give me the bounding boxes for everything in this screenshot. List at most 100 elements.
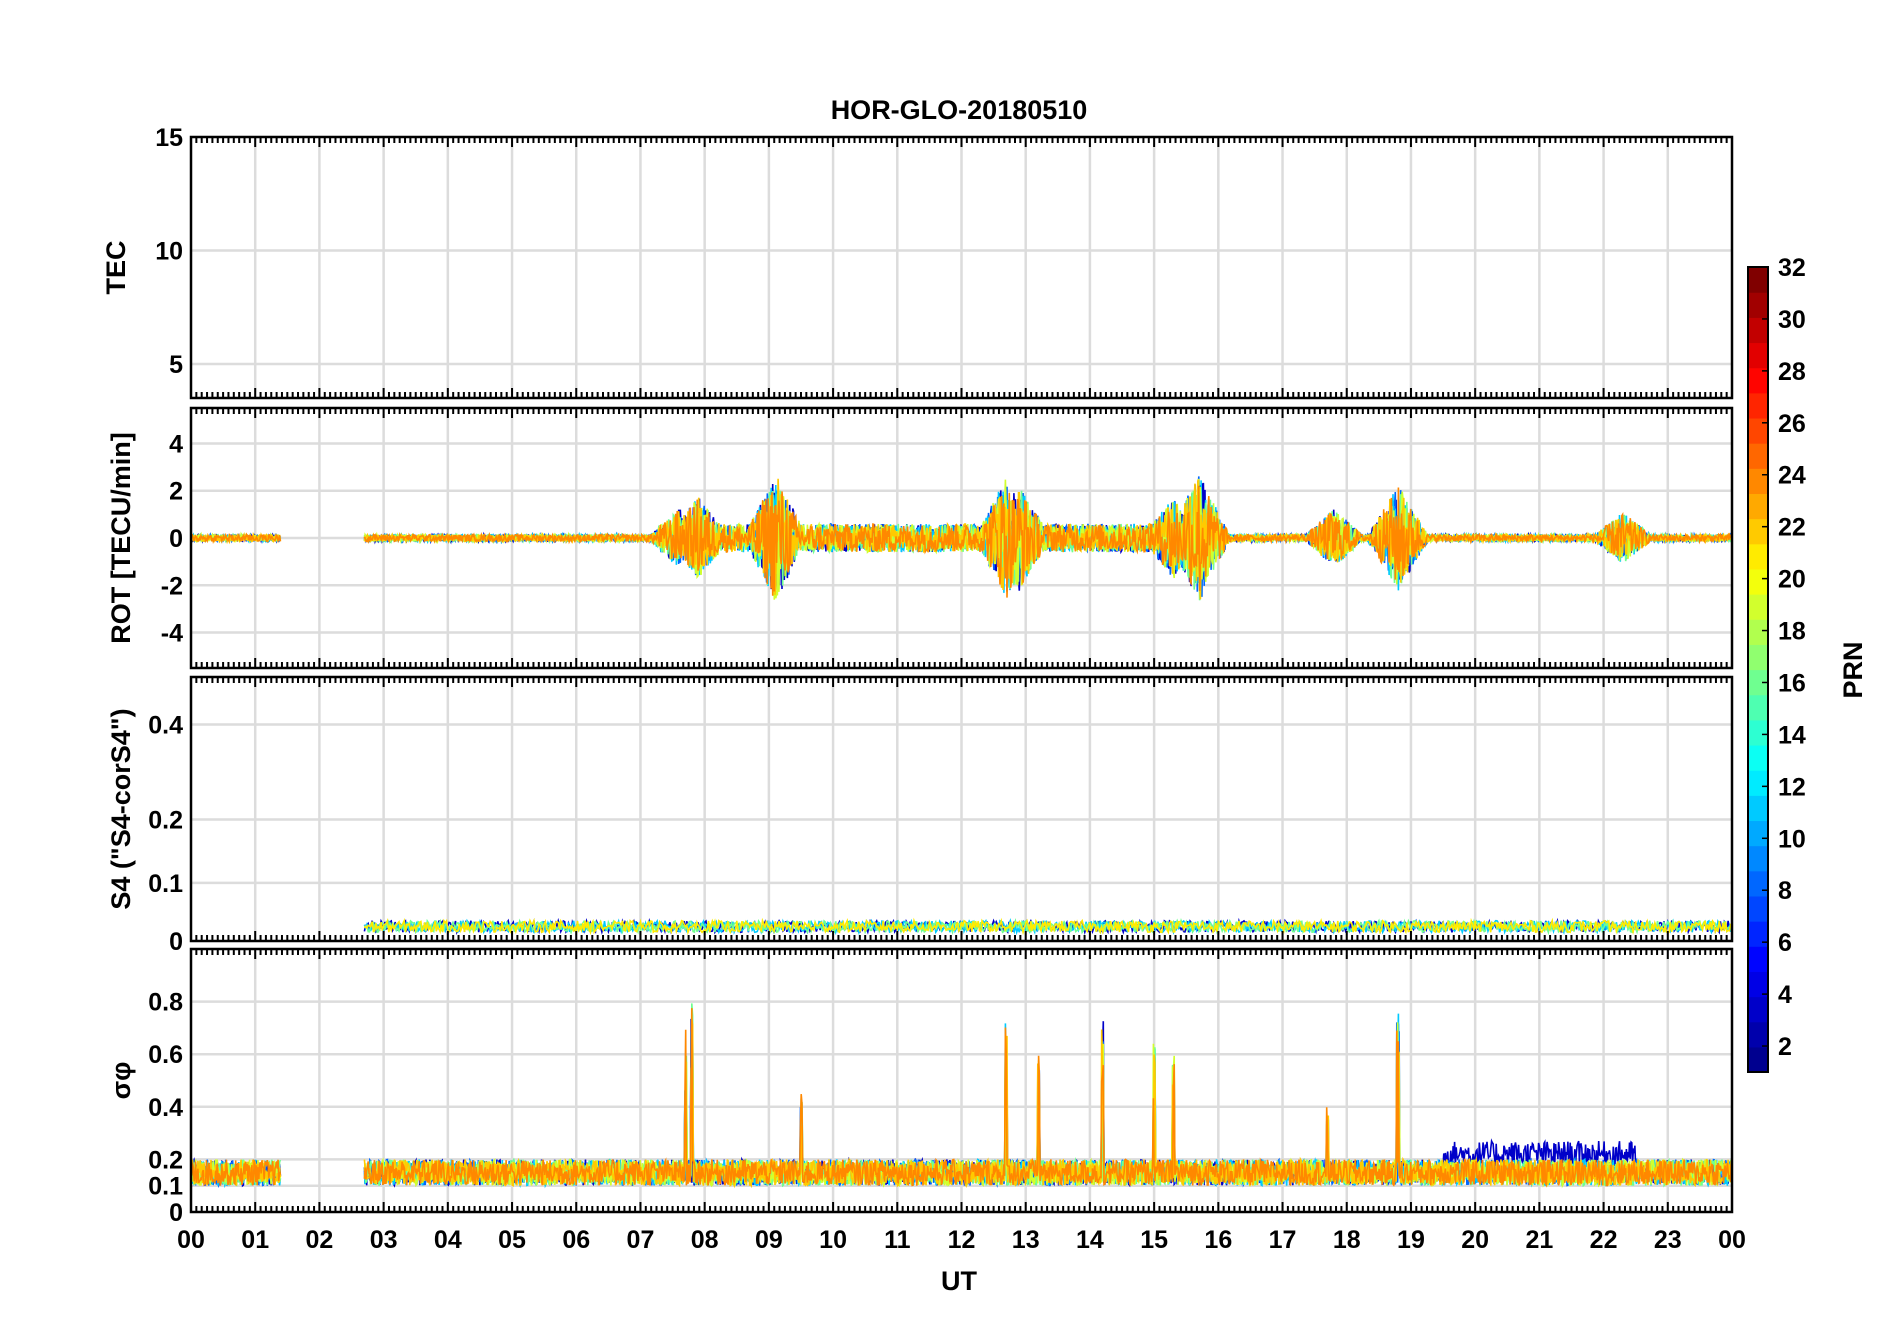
y-tick-label: 5 xyxy=(169,351,183,379)
colorbar-swatch xyxy=(1748,845,1768,872)
y-tick-label: 0.4 xyxy=(148,1094,183,1122)
colorbar-tick-label: 4 xyxy=(1778,981,1792,1009)
colorbar-tick-label: 20 xyxy=(1778,566,1806,594)
y-tick-label: 10 xyxy=(155,237,183,265)
colorbar-tick-label: 18 xyxy=(1778,618,1806,646)
y-tick-label: 0 xyxy=(169,525,183,553)
colorbar-swatch xyxy=(1748,267,1768,293)
colorbar-swatch xyxy=(1748,744,1768,771)
colorbar-swatch xyxy=(1748,443,1768,469)
colorbar-tick-label: 26 xyxy=(1778,410,1806,438)
x-tick-label: 06 xyxy=(562,1226,590,1254)
colorbar-swatch xyxy=(1748,719,1768,746)
colorbar-tick-label: 16 xyxy=(1778,669,1806,697)
colorbar-swatch xyxy=(1748,996,1768,1023)
x-tick-label: 00 xyxy=(177,1226,205,1254)
x-tick-label: 23 xyxy=(1654,1226,1682,1254)
x-tick-labels: 00 01 02 03 04 05 06 07 08 09 10 11 12 13 14 15 16 17 18 19… xyxy=(177,1226,1746,1254)
panel-2: -4 -2 0 2 4 ROT [TECU/min] xyxy=(106,406,1734,670)
x-tick-label: 22 xyxy=(1590,1226,1618,1254)
y-axis-label: σφ xyxy=(106,1062,136,1100)
colorbar-tick-label: 30 xyxy=(1778,306,1806,334)
colorbar-swatch xyxy=(1748,518,1768,545)
y-tick-label: 4 xyxy=(169,430,183,458)
panel-4: 00.10.2 0.4 0.6 0.8 σφ xyxy=(106,947,1734,1227)
x-tick-label: 18 xyxy=(1333,1226,1361,1254)
y-tick-label: 0 xyxy=(169,928,183,956)
colorbar-tick-label: 12 xyxy=(1778,773,1806,801)
colorbar-swatch xyxy=(1748,493,1768,520)
figure: HOR-GLO-20180510 51015TEC-4-2024ROT [TEC… xyxy=(101,95,1868,1296)
colorbar-swatch xyxy=(1748,619,1768,645)
colorbar-swatch xyxy=(1748,1021,1768,1048)
x-axis-label: UT xyxy=(941,1266,977,1296)
x-tick-label: 16 xyxy=(1204,1226,1232,1254)
panels: 51015TEC-4-2024ROT [TECU/min]00.10.20.4S… xyxy=(101,124,1734,1227)
colorbar-tick-label: 22 xyxy=(1778,514,1806,542)
colorbar-swatch xyxy=(1748,946,1768,972)
y-tick-label: 15 xyxy=(155,124,183,152)
colorbar-swatch xyxy=(1748,417,1768,444)
y-tick-label: 0.2 xyxy=(148,1146,183,1174)
colorbar-tick-label: 8 xyxy=(1778,877,1792,905)
colorbar-swatch xyxy=(1748,317,1768,344)
y-axis-label: TEC xyxy=(101,241,131,295)
colorbar-swatch xyxy=(1748,342,1768,369)
x-tick-label: 20 xyxy=(1461,1226,1489,1254)
y-tick-label: 0.8 xyxy=(148,989,183,1017)
x-tick-label: 21 xyxy=(1525,1226,1553,1254)
x-tick-label: 00 xyxy=(1718,1226,1746,1254)
x-tick-label: 10 xyxy=(819,1226,847,1254)
colorbar-tick-label: 32 xyxy=(1778,254,1806,282)
y-tick-label: 0.4 xyxy=(148,712,183,740)
colorbar-swatch xyxy=(1748,971,1768,998)
colorbar-swatch xyxy=(1748,1046,1768,1073)
colorbar-swatch xyxy=(1748,543,1768,570)
colorbar-swatch xyxy=(1748,594,1768,620)
x-tick-label: 01 xyxy=(241,1226,269,1254)
x-tick-label: 03 xyxy=(370,1226,398,1254)
colorbar-tick-label: 14 xyxy=(1778,721,1806,749)
y-tick-label: 0.1 xyxy=(148,1173,183,1201)
y-axis-label: S4 ("S4-corS4") xyxy=(106,708,136,909)
colorbar-swatch xyxy=(1748,820,1768,847)
colorbar-tick-label: 6 xyxy=(1778,929,1792,957)
panel-1: 5 10 15 TEC xyxy=(101,124,1734,400)
y-tick-label: -4 xyxy=(161,620,183,648)
x-tick-label: 07 xyxy=(627,1226,655,1254)
x-tick-label: 19 xyxy=(1397,1226,1425,1254)
y-axis-label: ROT [TECU/min] xyxy=(106,432,136,643)
colorbar-swatch xyxy=(1748,392,1768,419)
figure-title: HOR-GLO-20180510 xyxy=(831,95,1088,125)
colorbar-swatch xyxy=(1748,644,1768,671)
x-tick-label: 08 xyxy=(691,1226,719,1254)
colorbar: 2468101214161820222426283032PRN xyxy=(1747,254,1868,1073)
colorbar-swatch xyxy=(1748,770,1768,796)
colorbar-swatch xyxy=(1748,568,1768,595)
x-tick-label: 02 xyxy=(306,1226,334,1254)
colorbar-tick-label: 2 xyxy=(1778,1033,1792,1061)
x-tick-label: 05 xyxy=(498,1226,526,1254)
y-tick-label: -2 xyxy=(161,572,183,600)
colorbar-label: PRN xyxy=(1838,641,1868,698)
colorbar-tick-label: 24 xyxy=(1778,462,1806,490)
y-tick-label: 0.1 xyxy=(148,870,183,898)
colorbar-swatch xyxy=(1748,795,1768,822)
colorbar-tick-label: 28 xyxy=(1778,358,1806,386)
x-tick-label: 17 xyxy=(1269,1226,1297,1254)
x-tick-label: 14 xyxy=(1076,1226,1104,1254)
x-tick-label: 11 xyxy=(884,1226,911,1254)
colorbar-swatch xyxy=(1748,694,1768,721)
panel-3: 0 0.1 0.2 0.4 S4 ("S4-corS4") xyxy=(106,675,1734,956)
x-tick-label: 04 xyxy=(434,1226,462,1254)
colorbar-swatch xyxy=(1748,870,1768,897)
colorbar-swatch xyxy=(1748,292,1768,318)
colorbar-swatch xyxy=(1748,921,1768,947)
y-tick-label: 0 xyxy=(169,1199,183,1227)
x-tick-label: 12 xyxy=(948,1226,976,1254)
y-tick-label: 0.6 xyxy=(148,1041,183,1069)
x-tick-label: 13 xyxy=(1012,1226,1040,1254)
x-tick-label: 15 xyxy=(1140,1226,1168,1254)
colorbar-swatch xyxy=(1748,468,1768,495)
colorbar-swatch xyxy=(1748,895,1768,922)
